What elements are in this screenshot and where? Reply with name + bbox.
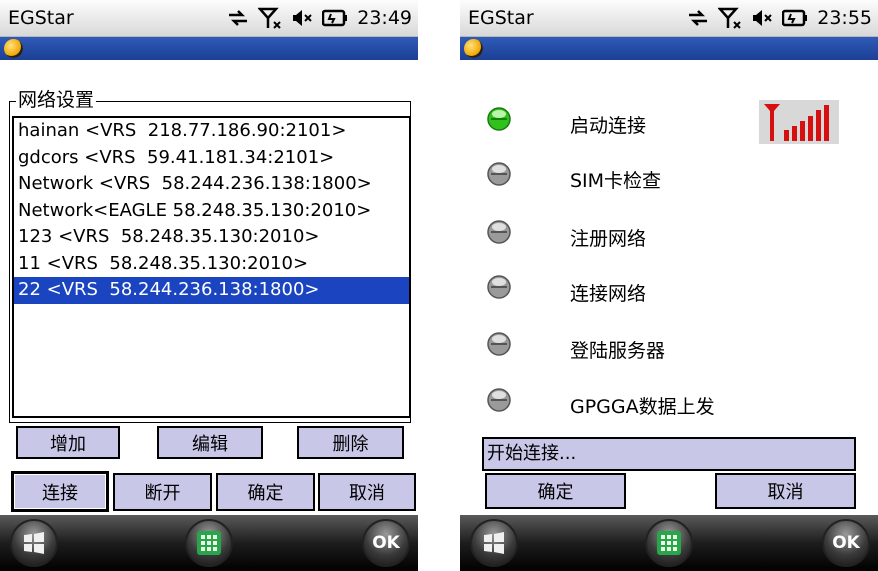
list-item[interactable]: Network<EAGLE 58.248.35.130:2010> [14, 198, 409, 225]
speaker-muted-icon[interactable] [751, 7, 773, 29]
cancel-button[interactable]: 取消 [715, 473, 856, 509]
no-signal-icon[interactable] [718, 6, 742, 30]
ok-label: OK [372, 533, 400, 553]
list-item[interactable]: hainan <VRS 218.77.186.90:2101> [14, 118, 409, 145]
list-item-selected[interactable]: 22 <VRS 58.244.236.138:1800> [14, 277, 409, 304]
ok-label: OK [832, 533, 860, 553]
led-inactive-icon [487, 388, 511, 412]
led-inactive-icon [487, 332, 511, 356]
signal-strength-icon [759, 100, 839, 144]
step-row-connect-network: 连接网络 [460, 270, 878, 310]
led-inactive-icon [487, 275, 511, 299]
ok-button[interactable]: 确定 [485, 473, 626, 509]
step-row-gpgga-upload: GPGGA数据上发 [460, 383, 878, 423]
step-label: 连接网络 [570, 283, 647, 305]
step-label: GPGGA数据上发 [570, 396, 715, 418]
start-button[interactable] [470, 519, 518, 567]
windows-start-icon [24, 532, 44, 554]
delete-button[interactable]: 删除 [297, 426, 404, 459]
keyboard-button[interactable] [645, 519, 693, 567]
sync-arrows-icon[interactable] [227, 7, 249, 29]
app-logo-icon [4, 39, 23, 58]
keyboard-icon [657, 531, 681, 555]
step-label: SIM卡检查 [570, 170, 662, 192]
window-title: EGStar [8, 7, 74, 29]
ok-taskbar-button[interactable]: OK [362, 519, 410, 567]
battery-charging-icon[interactable] [782, 8, 808, 28]
ok-button[interactable]: 确定 [216, 473, 315, 511]
network-list[interactable]: hainan <VRS 218.77.186.90:2101> gdcors <… [12, 116, 411, 418]
add-button[interactable]: 增加 [16, 426, 120, 459]
step-row-sim-check: SIM卡检查 [460, 157, 878, 197]
step-row-register-network: 注册网络 [460, 215, 878, 255]
app-logo-icon [464, 39, 483, 58]
ok-taskbar-button[interactable]: OK [822, 519, 870, 567]
connect-button[interactable]: 连接 [11, 471, 109, 512]
app-header-bar [460, 37, 878, 60]
cancel-button[interactable]: 取消 [318, 473, 416, 511]
led-inactive-icon [487, 162, 511, 186]
step-row-login-server: 登陆服务器 [460, 327, 878, 367]
keyboard-button[interactable] [185, 519, 233, 567]
clock[interactable]: 23:49 [357, 7, 412, 29]
status-icons: 23:55 [687, 3, 872, 33]
windows-start-icon [484, 532, 504, 554]
sync-arrows-icon[interactable] [687, 7, 709, 29]
title-bar: EGStar 23:49 [0, 0, 418, 37]
step-label: 登陆服务器 [570, 340, 666, 362]
list-item[interactable]: 11 <VRS 58.248.35.130:2010> [14, 251, 409, 278]
led-active-icon [487, 107, 511, 131]
step-label: 启动连接 [570, 115, 647, 137]
step-label: 注册网络 [570, 228, 647, 250]
edit-button[interactable]: 编辑 [157, 426, 263, 459]
list-item[interactable]: Network <VRS 58.244.236.138:1800> [14, 171, 409, 198]
status-icons: 23:49 [227, 3, 412, 33]
battery-charging-icon[interactable] [322, 8, 348, 28]
title-bar: EGStar 23:55 [460, 0, 878, 37]
connection-status-screen: EGStar 23:55 启动连接 SIM卡检查 注册网络 连接网络 登陆服务器… [460, 0, 878, 571]
speaker-muted-icon[interactable] [291, 7, 313, 29]
app-header-bar [0, 37, 418, 60]
screen-gap [418, 0, 460, 571]
keyboard-icon [197, 531, 221, 555]
no-signal-icon[interactable] [258, 6, 282, 30]
taskbar: OK [460, 515, 878, 571]
clock[interactable]: 23:55 [817, 7, 872, 29]
list-item[interactable]: 123 <VRS 58.248.35.130:2010> [14, 224, 409, 251]
start-button[interactable] [10, 519, 58, 567]
list-item[interactable]: gdcors <VRS 59.41.181.34:2101> [14, 145, 409, 172]
taskbar: OK [0, 515, 418, 571]
group-title: 网络设置 [16, 89, 97, 111]
led-inactive-icon [487, 220, 511, 244]
disconnect-button[interactable]: 断开 [113, 473, 212, 511]
network-settings-screen: EGStar 23:49 网络设置 hainan <VRS 218.77.186… [0, 0, 418, 571]
window-title: EGStar [468, 7, 534, 29]
status-message-field: 开始连接... [482, 437, 856, 471]
